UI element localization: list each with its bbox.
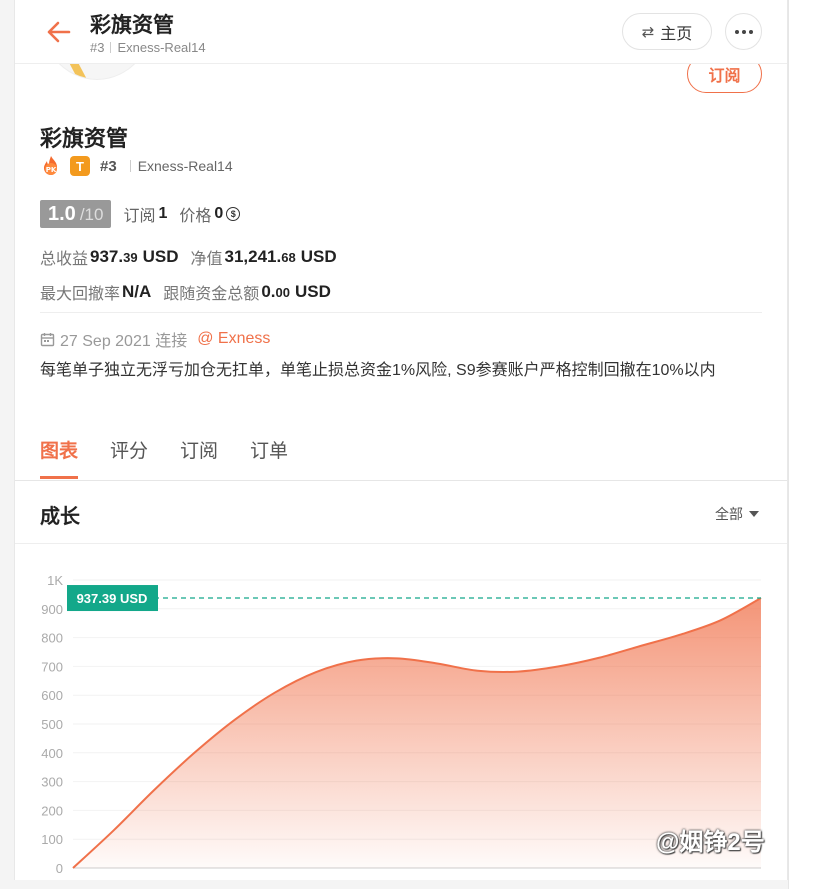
score-value: 1.0: [48, 203, 76, 225]
total-profit-dec: 39: [123, 249, 138, 265]
header-title: 彩旗资管: [90, 14, 174, 37]
equity-label: 净值: [190, 251, 223, 268]
total-profit-int: 937.: [90, 247, 124, 266]
drawdown-row: 最大回撤率 N/A 跟随资金总额 0. 00 USD: [40, 280, 343, 304]
y-tick-label: 300: [41, 775, 63, 790]
pk-flame-icon: PK: [40, 155, 62, 177]
y-tick-label: 100: [41, 832, 63, 847]
trader-rank: #3: [100, 157, 117, 175]
tier-badge: T: [70, 156, 90, 176]
tab-chart[interactable]: 图表: [40, 436, 79, 480]
y-tick-label: 800: [41, 631, 63, 646]
divider: [40, 312, 762, 313]
equity-unit: USD: [300, 247, 337, 266]
svg-text:PK: PK: [46, 166, 57, 174]
max-drawdown-label: 最大回撤率: [40, 286, 121, 303]
header-rank: #3: [90, 40, 105, 55]
more-icon: [734, 29, 739, 34]
back-button[interactable]: [41, 14, 77, 50]
follow-funds-label: 跟随资金总额: [163, 286, 260, 303]
header-subtitle: #3 Exness-Real14: [90, 40, 206, 55]
caret-down-icon: [749, 511, 759, 517]
arrow-left-icon: [47, 21, 71, 43]
y-tick-label: 700: [41, 659, 63, 674]
total-profit-label: 总收益: [40, 251, 89, 268]
follow-funds-int: 0.: [261, 282, 276, 301]
current-value-label: 937.39 USD: [77, 591, 148, 606]
broker-link[interactable]: @ Exness: [197, 330, 270, 348]
y-tick-label: 400: [41, 746, 63, 761]
subscriptions-count: 1: [158, 205, 168, 222]
max-drawdown-value: N/A: [122, 282, 152, 301]
range-dropdown-label: 全部: [715, 506, 743, 522]
price-value: 0: [214, 205, 224, 222]
tab-subscriptions[interactable]: 订阅: [180, 436, 218, 480]
trader-card: 彩旗资管 #3 Exness-Real14 ⇄ 主页 订阅 彩旗资管 PK T #…: [14, 0, 788, 880]
trader-name: 彩旗资管: [40, 126, 129, 151]
y-tick-label: 900: [41, 602, 63, 617]
page-header: 彩旗资管 #3 Exness-Real14 ⇄ 主页: [15, 0, 787, 64]
profit-row: 总收益 937. 39 USD 净值 31,241. 68 USD: [40, 245, 349, 269]
y-tick-label: 500: [41, 717, 63, 732]
equity-dec: 68: [281, 249, 296, 265]
header-account: Exness-Real14: [117, 40, 206, 55]
follow-funds-dec: 00: [275, 284, 290, 300]
growth-title: 成长: [40, 506, 80, 528]
tab-rating[interactable]: 评分: [110, 436, 148, 480]
calendar-icon: [40, 332, 55, 346]
score-badge: 1.0 /10: [40, 200, 112, 228]
y-tick-label: 0: [56, 861, 63, 876]
total-profit-unit: USD: [142, 247, 179, 266]
price-label: 价格: [179, 208, 212, 225]
connection-row: 27 Sep 2021 连接 @ Exness: [40, 327, 270, 351]
trader-account: Exness-Real14: [137, 158, 233, 174]
home-button-label: 主页: [660, 25, 693, 43]
score-max: /10: [79, 205, 104, 224]
connection-date: 27 Sep 2021 连接: [60, 333, 188, 350]
range-dropdown[interactable]: 全部: [715, 504, 759, 524]
tab-orders[interactable]: 订单: [250, 436, 288, 480]
y-tick-label: 1K: [47, 573, 63, 588]
watermark: @姻铮2号: [656, 829, 765, 856]
strategy-description: 每笔单子独立无浮亏加仓无扛单，单笔止损总资金1%风险, S9参赛账户严格控制回撤…: [40, 362, 716, 379]
equity-int: 31,241.: [224, 247, 282, 266]
y-tick-label: 600: [41, 688, 63, 703]
subscriptions-label: 订阅: [123, 208, 156, 225]
trader-badges: PK T #3 Exness-Real14: [40, 155, 233, 177]
more-options-button[interactable]: [725, 13, 762, 50]
score-row: 1.0 /10 订阅 1 价格 0 $: [40, 200, 241, 228]
follow-funds-unit: USD: [294, 282, 331, 301]
y-tick-label: 200: [41, 803, 63, 818]
swap-icon: ⇄: [641, 23, 655, 41]
tab-divider: [15, 480, 787, 481]
side-panel: [788, 0, 827, 889]
home-button[interactable]: ⇄ 主页: [622, 13, 712, 50]
coin-icon: $: [226, 207, 241, 221]
tab-bar: 图表 评分 订阅 订单: [40, 436, 320, 480]
